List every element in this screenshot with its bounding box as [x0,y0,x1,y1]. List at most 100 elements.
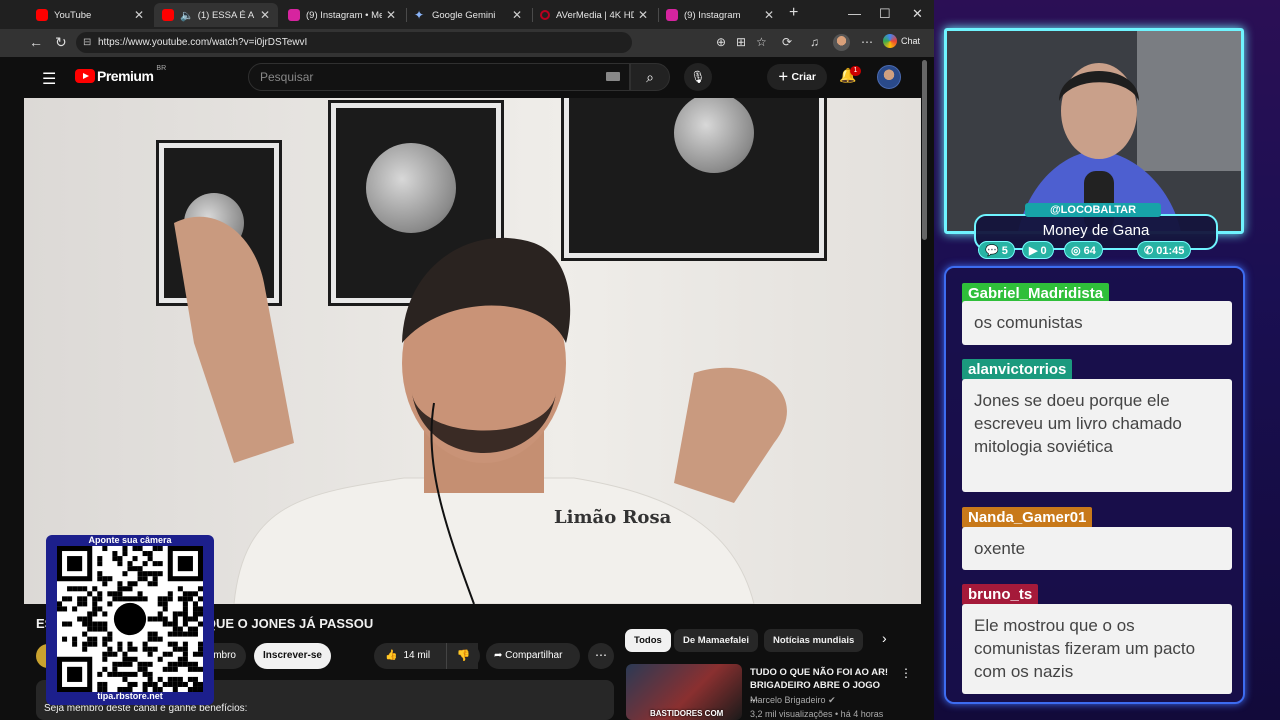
qr-module [62,636,68,642]
qr-module [197,611,203,617]
qr-module [157,656,163,662]
close-icon[interactable]: ✕ [386,8,396,22]
chevron-right-icon[interactable]: › [882,630,887,646]
page-scrollbar[interactable] [922,60,927,240]
qr-module [112,551,118,557]
new-tab-button[interactable]: + [789,4,798,22]
tab-avermedia[interactable]: AVerMedia | 4K HDMI ✕ [532,3,656,27]
chip-channel[interactable]: De Mamaefalei [674,629,759,652]
close-window-button[interactable]: ✕ [912,6,923,22]
qr-module [157,616,163,622]
chip-all[interactable]: Todos [625,629,671,652]
qr-module [117,596,123,602]
qr-module [102,681,108,687]
qr-top-text: Aponte sua câmera [88,535,172,545]
qr-module [82,616,88,622]
streamer-handle: @LOCOBALTAR [1025,203,1161,217]
subscribe-button[interactable]: Inscrever-se [254,643,331,669]
hamburger-menu-icon[interactable]: ☰ [42,69,56,89]
qr-module [152,631,158,637]
qr-module [77,586,83,592]
copilot-chat-button[interactable]: Chat [883,34,920,48]
qr-module [102,546,108,552]
qr-module [122,676,128,682]
qr-module [127,586,133,592]
qr-module [147,646,153,652]
qr-module [92,641,98,647]
apps-icon[interactable]: ⊞ [736,35,746,49]
microphone-icon: 🎙 [690,70,706,84]
channel-name: Marcelo Brigadeiro [750,695,826,705]
instagram-favicon-icon [666,9,678,21]
qr-module [187,591,193,597]
qr-module [187,666,193,672]
share-button[interactable]: ➦ Compartilhar [486,643,580,669]
chip-world-news[interactable]: Notícias mundiais [764,629,864,652]
qr-module [97,591,103,597]
qr-module [122,651,128,657]
logo-word: Premium [97,68,154,84]
qr-module [142,681,148,687]
voice-search-button[interactable]: 🎙 [684,63,712,91]
qr-module [127,581,133,587]
presenter-figure: Limão Rosa [174,216,787,604]
qr-module [77,596,83,602]
favorite-star-icon[interactable]: ☆ [756,35,767,49]
maximize-button[interactable]: ☐ [879,6,891,22]
video-player[interactable]: Limão Rosa [24,98,921,604]
qr-module [187,631,193,637]
qr-module [112,591,118,597]
qr-module [167,631,173,637]
share-arrow-icon: ➦ [494,650,506,661]
recommendation-channel[interactable]: Marcelo Brigadeiro ✔ [750,695,836,706]
chat-bubble-icon: 💬 [985,245,999,257]
qr-module [147,681,153,687]
tab-youtube[interactable]: YouTube ✕ [28,3,152,27]
minimize-button[interactable]: — [848,6,861,21]
qr-module [92,596,98,602]
url-field[interactable]: ⊟ https://www.youtube.com/watch?v=i0jrDS… [76,32,632,53]
tab-instagram[interactable]: (9) Instagram ✕ [658,3,782,27]
qr-module [192,606,198,612]
speaker-icon[interactable]: 🔈 [180,9,194,22]
close-icon[interactable]: ✕ [134,8,144,22]
logo-country: BR [156,64,167,72]
youtube-premium-logo[interactable]: Premium BR [75,64,167,84]
translate-icon[interactable]: ⊕ [716,35,726,49]
recommendation-thumbnail[interactable]: BASTIDORES COM [626,664,742,720]
close-icon[interactable]: ✕ [260,8,270,22]
tab-active-video[interactable]: 🔈 (1) ESSA É A MAIOR ✕ [154,3,278,27]
media-control-icon[interactable]: ♫ [810,35,819,49]
search-button[interactable]: ⌕ [630,63,670,91]
more-options-icon[interactable]: ⋯ [861,35,873,49]
qr-module [67,586,73,592]
search-input[interactable]: Pesquisar [248,63,630,91]
qr-module [117,581,123,587]
qr-module [87,591,93,597]
close-icon[interactable]: ✕ [512,8,522,22]
back-icon[interactable]: ← [29,34,43,50]
extensions-icon[interactable]: ⟳ [782,35,792,49]
qr-module [122,656,128,662]
qr-module [197,681,203,687]
qr-module [192,626,198,632]
qr-module [177,586,183,592]
more-actions-button[interactable]: ⋯ [588,643,614,669]
close-icon[interactable]: ✕ [638,8,648,22]
tab-instagram-messages[interactable]: (9) Instagram • Mensag ✕ [280,3,404,27]
tab-gemini[interactable]: ✦ Google Gemini ✕ [406,3,530,27]
create-button[interactable]: ＋ Criar [767,64,827,90]
profile-avatar[interactable] [833,34,850,51]
qr-module [67,596,73,602]
qr-module [172,681,178,687]
account-avatar[interactable] [877,65,901,89]
dislike-button[interactable]: 👎 [446,643,480,669]
site-info-icon[interactable]: ⊟ [83,32,91,53]
qr-module [97,681,103,687]
close-icon[interactable]: ✕ [764,8,774,22]
refresh-icon[interactable]: ↻ [55,34,67,51]
qr-module [102,626,108,632]
qr-module [157,571,163,577]
keyboard-icon[interactable] [606,72,620,81]
kebab-menu-icon[interactable]: ⋮ [900,666,912,680]
